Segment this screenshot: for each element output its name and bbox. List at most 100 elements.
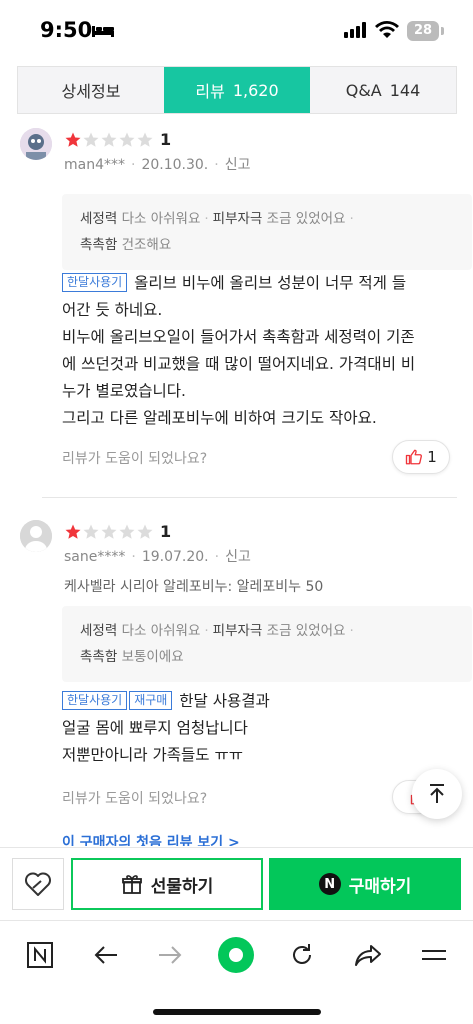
status-bar: 9:50 28	[0, 0, 473, 62]
default-avatar-icon	[20, 520, 52, 552]
review-date: 19.07.20.	[141, 549, 209, 565]
forward-button[interactable]	[150, 935, 190, 975]
review-text-line: 누가 별로였습니다.	[62, 382, 186, 400]
thumbs-up-icon	[406, 449, 423, 465]
purchase-bar: 선물하기 N 구매하기	[0, 847, 473, 921]
arrow-right-icon	[159, 946, 182, 964]
wishlist-button[interactable]	[12, 858, 64, 910]
reviewer-id: man4***	[64, 157, 125, 173]
star-filled-icon	[65, 132, 81, 147]
reload-button[interactable]	[282, 935, 322, 975]
hamburger-menu-icon	[422, 950, 446, 960]
attr-value: 조금 있었어요	[266, 623, 346, 639]
attr-label: 세정력	[80, 623, 118, 639]
review-date: 20.10.30.	[141, 157, 209, 173]
avatar-image	[20, 128, 52, 160]
battery-tip	[441, 27, 444, 35]
tab-reviews-label: 리뷰	[195, 82, 225, 101]
home-indicator	[153, 1009, 321, 1015]
star-empty-icon	[101, 132, 117, 147]
review-text-line: 비누에 올리브오일이 들어가서 촉촉함과 세정력이 기존	[62, 328, 415, 346]
status-time: 9:50	[40, 18, 93, 42]
attr-value: 다소 아쉬워요	[121, 211, 201, 227]
buy-label: 구매하기	[348, 876, 412, 897]
star-empty-icon	[83, 132, 99, 147]
arrow-left-icon	[94, 946, 117, 964]
attr-value: 건조해요	[121, 237, 172, 253]
purchased-option: 케사벨라 시리아 알레포비누: 알레포비누 50	[64, 579, 324, 595]
share-button[interactable]	[348, 935, 388, 975]
scroll-to-top-button[interactable]	[412, 769, 462, 819]
star-rating: 1	[64, 130, 171, 149]
tab-qna-label: Q&A	[345, 80, 382, 100]
review-text: 한달사용기 올리브 비누에 올리브 성분이 너무 적게 들 어간 듯 하네요. …	[62, 270, 473, 432]
menu-button[interactable]	[414, 935, 454, 975]
tab-qna-count: 144	[389, 80, 421, 100]
naver-n-icon: N	[318, 873, 341, 895]
review-text-line: 어간 듯 하네요.	[62, 301, 163, 319]
avatar[interactable]	[20, 128, 52, 160]
review-text-line: 그리고 다른 알레포비누에 비하여 크기도 작아요.	[62, 409, 377, 427]
review-text: 한달사용기 재구매 한달 사용결과 얼굴 몸에 뾰루지 엄청납니다 저뿐만아니라 …	[62, 688, 473, 769]
star-empty-icon	[83, 524, 99, 539]
battery-icon: 28	[407, 21, 439, 41]
badge-month-use: 한달사용기	[62, 273, 128, 292]
reviewer-id: sane****	[64, 549, 126, 565]
green-dot-button[interactable]	[216, 935, 256, 975]
review-text-line: 얼굴 몸에 뾰루지 엄청납니다	[62, 719, 248, 737]
review-meta: sane**** · 19.07.20. · 신고	[64, 549, 251, 565]
review-text-line: 올리브 비누에 올리브 성분이 너무 적게 들	[134, 274, 407, 292]
rating-score: 1	[160, 130, 172, 149]
tab-qna[interactable]: Q&A 144	[310, 67, 456, 113]
review-attributes: 세정력 다소 아쉬워요 · 피부자극 조금 있었어요 · 촉촉함 건조해요	[62, 194, 472, 270]
naver-n-box-icon	[27, 942, 53, 968]
attr-label: 촉촉함	[80, 649, 118, 665]
review-text-line: 저뿐만아니라 가족들도 ㅠㅠ	[62, 746, 243, 764]
attr-label: 세정력	[80, 211, 118, 227]
review-text-line: 한달 사용결과	[179, 692, 270, 710]
back-button[interactable]	[86, 935, 126, 975]
star-rating: 1	[64, 522, 171, 541]
attr-value: 조금 있었어요	[266, 211, 346, 227]
like-count: 1	[427, 448, 437, 466]
attr-label: 촉촉함	[80, 237, 118, 253]
share-icon	[355, 945, 381, 966]
review-meta: man4*** · 20.10.30. · 신고	[64, 157, 251, 173]
star-filled-icon	[65, 524, 81, 539]
review-text-line: 에 쓰던것과 비교했을 때 많이 떨어지네요. 가격대비 비	[62, 355, 416, 373]
badge-repurchase: 재구매	[129, 691, 173, 710]
heart-icon	[25, 872, 51, 896]
gift-icon	[121, 875, 142, 894]
tab-reviews[interactable]: 리뷰 1,620	[164, 67, 310, 113]
star-empty-icon	[119, 524, 135, 539]
avatar[interactable]	[20, 520, 52, 552]
report-link[interactable]: 신고	[225, 549, 251, 565]
tab-details[interactable]: 상세정보	[18, 67, 164, 113]
naver-home-button[interactable]	[20, 935, 60, 975]
star-empty-icon	[137, 524, 153, 539]
green-dot-icon	[218, 937, 254, 973]
attr-label: 피부자극	[212, 623, 263, 639]
attr-value: 다소 아쉬워요	[121, 623, 201, 639]
rating-score: 1	[160, 522, 172, 541]
star-empty-icon	[101, 524, 117, 539]
helpful-prompt: 리뷰가 도움이 되었나요?	[62, 451, 208, 467]
badge-month-use: 한달사용기	[62, 691, 128, 710]
report-link[interactable]: 신고	[225, 157, 251, 173]
like-button[interactable]: 1	[392, 440, 450, 474]
star-empty-icon	[119, 132, 135, 147]
wifi-icon	[375, 21, 399, 38]
product-tabs: 상세정보 리뷰 1,620 Q&A 144	[17, 66, 457, 114]
arrow-up-icon	[430, 784, 444, 803]
first-review-link[interactable]: 이 구매자의 첫음 리뷰 보기 >	[62, 832, 240, 846]
bed-icon	[92, 26, 114, 37]
buy-button[interactable]: N 구매하기	[269, 858, 461, 910]
helpful-prompt: 리뷰가 도움이 되었나요?	[62, 791, 208, 807]
attr-value: 보통이에요	[121, 649, 184, 665]
signal-icon	[344, 22, 366, 38]
gift-label: 선물하기	[150, 876, 214, 897]
review-attributes: 세정력 다소 아쉬워요 · 피부자극 조금 있었어요 · 촉촉함 보통이에요	[62, 606, 472, 682]
tab-reviews-count: 1,620	[232, 80, 279, 100]
gift-button[interactable]: 선물하기	[71, 858, 263, 910]
attr-label: 피부자극	[212, 211, 263, 227]
